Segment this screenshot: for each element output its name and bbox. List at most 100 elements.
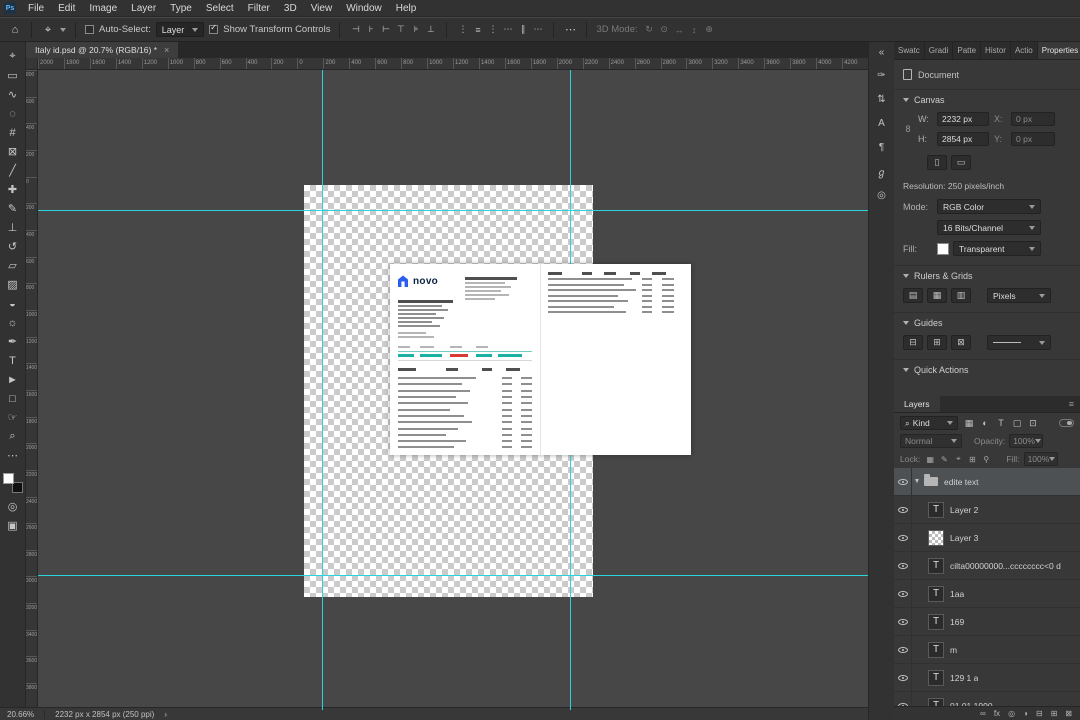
show-transform-checkbox[interactable] — [209, 23, 219, 34]
width-field[interactable]: 2232 px — [937, 112, 989, 126]
layer-thumbnail[interactable] — [928, 641, 944, 658]
zoom-level[interactable]: 20.66% — [7, 710, 34, 719]
menu-item[interactable]: File — [21, 0, 51, 17]
layer-thumbnail[interactable] — [924, 474, 938, 486]
add-v-guide-icon[interactable]: ⊞ — [927, 335, 947, 350]
panel-menu-icon[interactable]: ≡ — [1063, 396, 1080, 412]
menu-item[interactable]: Filter — [241, 0, 277, 17]
layer-fill-field[interactable]: 100% — [1023, 452, 1058, 466]
document-tab[interactable]: Italy id.psd @ 20.7% (RGB/16) * × — [26, 42, 179, 58]
layer-thumbnail[interactable] — [928, 669, 944, 686]
blur-tool[interactable]: ◒ — [2, 294, 24, 313]
lock-artboard-icon[interactable]: ⊞ — [966, 453, 978, 465]
filter-type-layers-icon[interactable]: T — [994, 417, 1008, 430]
panel-tab[interactable]: Gradi — [925, 42, 954, 59]
layer-visibility-cell[interactable] — [894, 551, 912, 580]
guide-vertical-1[interactable] — [322, 70, 323, 710]
menu-item[interactable]: Edit — [51, 0, 82, 17]
dodge-tool[interactable]: ☼ — [2, 313, 24, 332]
link-dimensions-icon[interactable]: 8 — [903, 124, 913, 134]
layer-visibility-cell[interactable] — [894, 663, 912, 692]
tool-presets-panel-icon[interactable]: ⇅ — [872, 92, 892, 107]
panel-tab[interactable]: Patte — [953, 42, 982, 59]
blend-mode-select[interactable]: Normal — [900, 434, 962, 448]
layer-visibility-cell[interactable] — [894, 495, 912, 524]
distribute-bottom-icon[interactable]: ⋮ — [486, 24, 499, 35]
frame-tool[interactable]: ⊠ — [2, 142, 24, 161]
clear-guides-icon[interactable]: ⊠ — [951, 335, 971, 350]
filter-shape-layers-icon[interactable]: ▢ — [1010, 417, 1024, 430]
lock-position-icon[interactable]: ⌖ — [952, 453, 964, 465]
zoom-tool[interactable]: ⌕ — [2, 427, 24, 446]
guide-horizontal-1[interactable] — [38, 210, 868, 211]
layer-row[interactable]: ▼ edite text — [894, 468, 1080, 496]
align-middle-icon[interactable]: ⊧ — [409, 24, 422, 35]
menu-item[interactable]: Help — [389, 0, 424, 17]
filter-toggle-switch[interactable] — [1059, 419, 1074, 427]
group-expand-icon[interactable]: ▼ — [912, 478, 922, 485]
canvas-area[interactable]: novo — [38, 70, 868, 710]
guide-horizontal-2[interactable] — [38, 575, 868, 576]
link-layers-icon[interactable]: ∞ — [980, 707, 986, 720]
x-field[interactable]: 0 px — [1011, 112, 1055, 126]
layer-visibility-cell[interactable] — [894, 523, 912, 552]
panel-tab[interactable]: Actio — [1011, 42, 1038, 59]
clone-stamp-tool[interactable]: ⊥ — [2, 218, 24, 237]
screen-mode-icon[interactable]: ▣ — [2, 516, 24, 535]
snap-toggle-icon[interactable]: ▥ — [951, 288, 971, 303]
collapse-panels-icon[interactable]: « — [872, 45, 892, 60]
align-top-icon[interactable]: ⊤ — [394, 24, 407, 35]
path-selection-tool[interactable]: ► — [2, 370, 24, 389]
edit-toolbar-icon[interactable]: ⋯ — [2, 446, 24, 465]
quick-mask-icon[interactable]: ◎ — [2, 497, 24, 516]
brush-settings-panel-icon[interactable]: ✑ — [872, 68, 892, 83]
paragraph-panel-icon[interactable]: ¶ — [872, 140, 892, 155]
move-tool[interactable]: ⌖ — [2, 47, 24, 66]
fill-swatch[interactable] — [937, 242, 949, 255]
lock-paint-icon[interactable]: ✎ — [938, 453, 950, 465]
panel-tab[interactable]: Properties — [1037, 42, 1080, 59]
distribute-left-icon[interactable]: ⋯ — [501, 24, 514, 35]
panel-tab[interactable]: Histor — [981, 42, 1011, 59]
horizontal-ruler[interactable]: 2000 1800 1600 1400 1200 1000 800 600 400 200 0 200… — [38, 58, 868, 70]
eraser-tool[interactable]: ▱ — [2, 256, 24, 275]
distribute-middle-icon[interactable]: ≡ — [471, 25, 484, 35]
layer-thumbnail[interactable] — [928, 501, 944, 518]
eyedropper-tool[interactable]: ╱ — [2, 161, 24, 180]
auto-select-checkbox[interactable] — [85, 25, 94, 34]
menu-item[interactable]: Type — [163, 0, 199, 17]
menu-item[interactable]: Window — [339, 0, 389, 17]
home-icon[interactable]: ⌂ — [8, 23, 22, 37]
filter-pixel-layers-icon[interactable]: ▦ — [962, 417, 976, 430]
tool-preset-caret-icon[interactable] — [60, 27, 66, 32]
menu-item[interactable]: View — [304, 0, 340, 17]
align-left-icon[interactable]: ⊣ — [349, 24, 362, 35]
align-bottom-icon[interactable]: ⊥ — [424, 24, 437, 35]
align-right-icon[interactable]: ⊢ — [379, 24, 392, 35]
color-mode-select[interactable]: RGB Color — [937, 199, 1041, 214]
fill-select[interactable]: Transparent — [953, 241, 1041, 256]
gradient-tool[interactable]: ▨ — [2, 275, 24, 294]
layer-row[interactable]: ▼ Layer 2 — [894, 495, 1080, 524]
rectangle-tool[interactable]: □ — [2, 389, 24, 408]
layer-row[interactable]: ▼ cilta00000000...cccccccc<0 d — [894, 551, 1080, 580]
character-panel-icon[interactable]: A — [872, 116, 892, 131]
history-brush-tool[interactable]: ↺ — [2, 237, 24, 256]
pen-tool[interactable]: ✒ — [2, 332, 24, 351]
layer-filter-select[interactable]: ⌕ Kind — [900, 416, 958, 430]
distribute-right-icon[interactable]: ⋯ — [531, 24, 544, 35]
healing-brush-tool[interactable]: ✚ — [2, 180, 24, 199]
portrait-icon[interactable]: ▯ — [927, 155, 947, 170]
layer-thumbnail[interactable] — [928, 529, 944, 546]
layer-mask-icon[interactable]: ◎ — [1008, 707, 1015, 720]
layer-visibility-cell[interactable] — [894, 607, 912, 636]
color-swatches[interactable] — [2, 473, 23, 493]
y-field[interactable]: 0 px — [1011, 132, 1055, 146]
grid-toggle-icon[interactable]: ▦ — [927, 288, 947, 303]
lasso-tool[interactable]: ∿ — [2, 85, 24, 104]
landscape-icon[interactable]: ▭ — [951, 155, 971, 170]
distribute-top-icon[interactable]: ⋮ — [456, 24, 469, 35]
hand-tool[interactable]: ☞ — [2, 408, 24, 427]
opacity-field[interactable]: 100% — [1009, 434, 1044, 448]
guide-style-select[interactable] — [987, 335, 1051, 350]
